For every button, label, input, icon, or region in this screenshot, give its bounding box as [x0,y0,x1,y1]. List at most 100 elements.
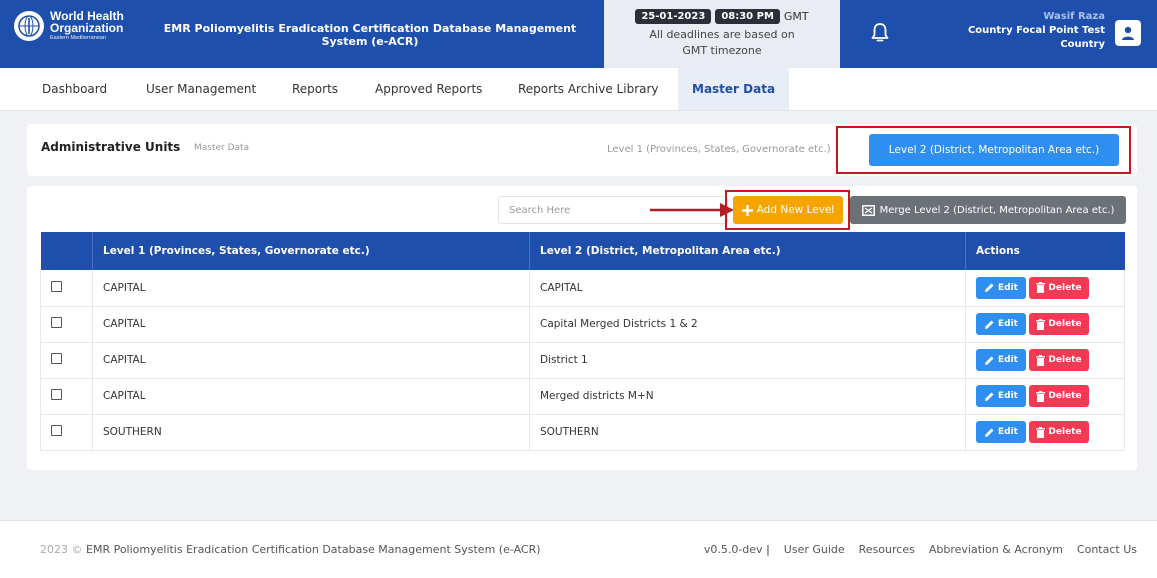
admin-units-table: Level 1 (Provinces, States, Governorate … [40,232,1125,451]
merge-level-2-label: Merge Level 2 (District, Metropolitan Ar… [879,204,1115,216]
app-title: EMR Poliomyelitis Eradication Certificat… [163,22,577,48]
table-row: CAPITAL Capital Merged Districts 1 & 2 E… [40,306,1125,343]
nav-master-data[interactable]: Master Data [678,68,790,110]
delete-label: Delete [1048,319,1082,329]
delete-button[interactable]: Delete [1029,313,1089,335]
edit-label: Edit [998,391,1018,401]
footer-links: v0.5.0-dev | User Guide Resources Abbrev… [704,543,1137,556]
edit-button[interactable]: Edit [976,421,1026,443]
row-checkbox[interactable] [51,317,62,328]
tab-level-1[interactable]: Level 1 (Provinces, States, Governorate … [607,144,831,155]
add-new-level-button[interactable]: Add New Level [733,196,843,224]
date-badge: 25-01-2023 [635,9,712,24]
nav-approved-reports[interactable]: Approved Reports [375,68,482,110]
delete-button[interactable]: Delete [1029,276,1089,299]
footer: 2023 © EMR Poliomyelitis Eradication Cer… [0,520,1157,578]
row-checkbox[interactable] [51,280,62,292]
footer-link-user-guide[interactable]: User Guide [784,543,845,556]
delete-label: Delete [1048,391,1082,401]
merge-level-2-button[interactable]: Merge Level 2 (District, Metropolitan Ar… [850,196,1126,224]
delete-label: Delete [1048,427,1082,437]
footer-link-abbreviation[interactable]: Abbreviation & Acronym [929,543,1063,556]
nav-user-management[interactable]: User Management [146,68,256,110]
edit-label: Edit [998,282,1018,293]
level-1-cell: CAPITAL [92,270,530,307]
user-name: Wasif Raza [1043,11,1105,22]
trash-icon [1036,318,1046,330]
footer-version: v0.5.0-dev | [703,543,770,556]
level-2-header: Level 2 (District, Metropolitan Area etc… [529,232,966,270]
row-checkbox[interactable] [51,389,62,400]
footer-link-resources[interactable]: Resources [859,543,915,556]
copyright: 2023 © EMR Poliomyelitis Eradication Cer… [40,543,541,556]
edit-button[interactable]: Edit [976,385,1026,407]
who-logo[interactable]: World Health Organization Eastern Medite… [14,10,124,42]
delete-label: Delete [1048,355,1082,365]
date-time-panel: 25-01-2023 08:30 PM GMT All deadlines ar… [604,0,840,68]
nav-reports[interactable]: Reports [292,68,338,110]
who-emblem-icon [14,11,44,41]
row-checkbox[interactable] [51,353,62,364]
pencil-icon [985,320,994,329]
user-role: Country Focal Point Test [967,25,1105,36]
trash-icon [1036,354,1046,366]
delete-button[interactable]: Delete [1029,385,1089,407]
user-info[interactable]: Wasif Raza Country Focal Point Test Coun… [968,10,1105,52]
pencil-icon [985,356,994,365]
plus-icon [741,204,753,216]
level-1-cell: CAPITAL [92,342,530,379]
row-checkbox[interactable] [51,425,62,436]
level-2-cell: District 1 [529,342,966,379]
level-1-cell: SOUTHERN [92,414,530,451]
level-2-cell: CAPITAL [529,270,966,307]
delete-label: Delete [1048,282,1082,293]
table-row: CAPITAL CAPITAL Edit Delete [40,270,1125,307]
level-2-cell: Capital Merged Districts 1 & 2 [529,306,966,343]
nav-reports-archive-library[interactable]: Reports Archive Library [518,68,659,110]
timezone-label: GMT [783,10,809,23]
user-scope: Country [1060,39,1105,50]
add-new-level-label: Add New Level [756,204,835,216]
level-2-cell: Merged districts M+N [529,378,966,415]
pencil-icon [985,392,994,401]
top-header: World Health Organization Eastern Medite… [0,0,1157,68]
tab-level-2[interactable]: Level 2 (District, Metropolitan Area etc… [869,134,1119,166]
trash-icon [1036,282,1046,294]
edit-label: Edit [998,355,1018,365]
notification-bell-icon[interactable] [870,22,890,44]
edit-label: Edit [998,319,1018,329]
breadcrumb: Master Data [194,143,250,153]
level-2-cell: SOUTHERN [529,414,966,451]
page-title: Administrative Units [41,140,181,154]
trash-icon [1036,426,1046,438]
copyright-system: EMR Poliomyelitis Eradication Certificat… [86,543,541,556]
actions-header: Actions [965,232,1125,270]
level-1-cell: CAPITAL [92,306,530,343]
time-badge: 08:30 PM [715,9,780,24]
trash-icon [1036,390,1046,402]
footer-link-contact[interactable]: Contact Us [1077,543,1137,556]
deadline-note: All deadlines are based on GMT timezone [649,28,795,57]
avatar[interactable] [1115,20,1141,46]
admin-units-bar: Administrative Units Master Data Level 1… [27,124,1137,176]
table-row: CAPITAL District 1 Edit Delete [40,342,1125,379]
pencil-icon [985,428,994,437]
edit-button[interactable]: Edit [976,313,1026,335]
annotation-arrow [650,203,734,217]
table-row: SOUTHERN SOUTHERN Edit Delete [40,414,1125,451]
logo-line-3: Eastern Mediterranean [50,35,106,41]
edit-button[interactable]: Edit [976,349,1026,371]
edit-label: Edit [998,427,1018,437]
copyright-year: 2023 © [40,543,83,556]
checkbox-header [40,232,93,270]
nav-dashboard[interactable]: Dashboard [42,68,107,110]
delete-button[interactable]: Delete [1029,421,1089,443]
delete-button[interactable]: Delete [1029,349,1089,371]
merge-icon [861,204,875,216]
user-icon [1122,26,1134,40]
pencil-icon [985,283,994,293]
main-nav: Dashboard User Management Reports Approv… [0,68,1157,111]
level-1-header: Level 1 (Provinces, States, Governorate … [92,232,530,270]
edit-button[interactable]: Edit [976,276,1026,299]
level-1-cell: CAPITAL [92,378,530,415]
